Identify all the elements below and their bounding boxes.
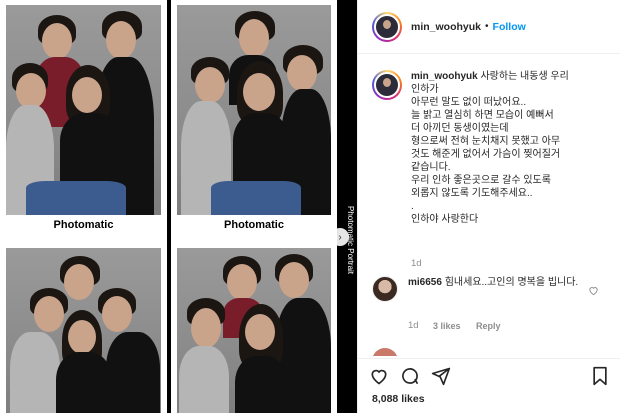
heart-icon (371, 369, 387, 385)
avatar[interactable] (372, 276, 398, 302)
share-button[interactable] (430, 365, 452, 387)
comment-text: 힘내세요..고인의 명복을 빕니다. (444, 277, 579, 288)
post-image[interactable]: Photomatic Photomatic Photomatic Portrai… (0, 0, 357, 413)
caption-line: 사랑하는 내동생 우리 (480, 71, 569, 82)
caption-line: 아무런 말도 없이 떠났어요.. (411, 97, 527, 108)
comment-time[interactable]: 1d (408, 320, 419, 331)
next-photo-button[interactable]: › (331, 228, 349, 246)
comment-username[interactable]: mi6656 (408, 277, 442, 288)
avatar[interactable] (372, 11, 402, 42)
photo-frame (177, 248, 331, 413)
follow-button[interactable]: Follow (493, 21, 526, 33)
caption-username[interactable]: min_woohyuk (411, 71, 478, 82)
photo-strip-left: Photomatic (0, 0, 167, 413)
post-sidebar: min_woohyuk • Follow min_woohyuk 사랑하는 내동… (357, 0, 620, 413)
photo-caption: Photomatic (53, 219, 114, 231)
comment-text-block: mi6656 힘내세요..고인의 명복을 빕니다. (408, 276, 588, 302)
likes-count[interactable]: 8,088 likes (372, 393, 425, 405)
photo-caption: Photomatic (224, 219, 284, 231)
comment-item: mi6656 힘내세요..고인의 명복을 빕니다. (372, 276, 612, 302)
comment-icon (402, 368, 418, 384)
avatar[interactable] (372, 70, 402, 100)
separator-dot: • (485, 21, 489, 32)
photo-frame (177, 5, 331, 215)
caption-line: 인하가 (411, 84, 439, 95)
comment-button[interactable] (399, 365, 421, 387)
post-caption: min_woohyuk 사랑하는 내동생 우리 인하가 아무런 말도 없이 떠났… (372, 70, 612, 226)
caption-line: 더 아끼던 동생이였는데 (411, 123, 509, 134)
photo-strip-right: Photomatic (171, 0, 337, 413)
post-actions: 8,088 likes (358, 358, 620, 413)
comment-likes[interactable]: 3 likes (433, 321, 461, 331)
photo-frame (6, 5, 161, 215)
caption-line: 형으로써 전혀 눈치채지 못했고 아무 (411, 136, 561, 147)
caption-line: . (411, 201, 414, 212)
instagram-post: Photomatic Photomatic Photomatic Portrai… (0, 0, 620, 413)
caption-line: 외롭지 않도록 기도해주세요.. (411, 188, 533, 199)
caption-text: min_woohyuk 사랑하는 내동생 우리 인하가 아무런 말도 없이 떠났… (411, 70, 611, 226)
heart-icon (589, 287, 598, 296)
photo-frame (6, 248, 161, 413)
chevron-right-icon: › (338, 231, 342, 243)
header-username[interactable]: min_woohyuk (411, 21, 481, 33)
post-header: min_woohyuk • Follow (358, 0, 620, 54)
share-icon (431, 367, 451, 386)
save-button[interactable] (589, 365, 611, 387)
caption-line: 우리 인하 좋은곳으로 갈수 있도록 (411, 175, 551, 186)
bookmark-icon (593, 366, 607, 386)
comment-like-button[interactable] (588, 283, 599, 301)
caption-line: 인하야 사랑한다 (411, 214, 479, 225)
like-button[interactable] (368, 365, 390, 387)
reply-button[interactable]: Reply (476, 321, 501, 331)
caption-line: 같습니다. (411, 162, 451, 173)
caption-line: 늘 밝고 열심히 하면 모습이 예뻐서 (411, 110, 554, 121)
post-time[interactable]: 1d (411, 258, 422, 269)
caption-line: 것도 해준게 없어서 가슴이 찢어질거 (411, 149, 561, 160)
avatar (372, 348, 398, 356)
